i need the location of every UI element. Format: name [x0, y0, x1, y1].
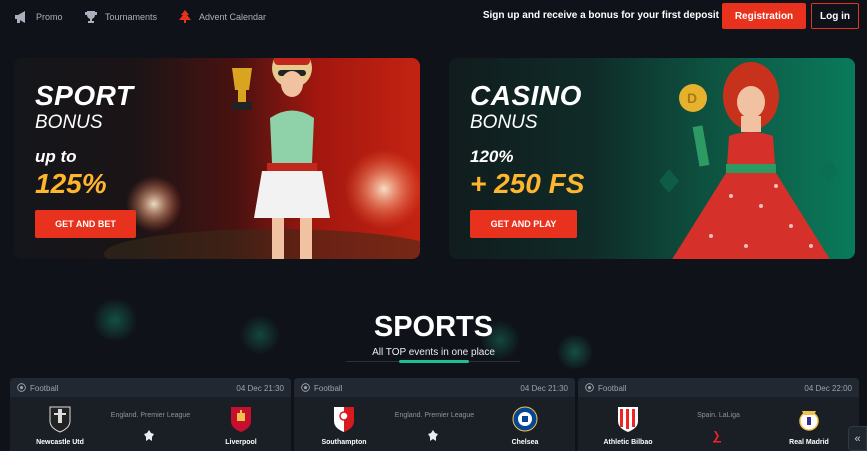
match-card[interactable]: Football 04 Dec 22:00 Athletic Bilbao Sp…: [578, 378, 859, 451]
page: Promo Tournaments Advent Calendar Sign u…: [0, 0, 867, 451]
registration-button[interactable]: Registration: [722, 3, 806, 29]
chelsea-crest-icon: [512, 406, 538, 432]
real-madrid-crest-icon: [799, 411, 819, 431]
trophy-icon: [83, 9, 99, 25]
laliga-icon: [713, 431, 721, 443]
christmas-tree-icon: [177, 9, 193, 25]
banner-subtitle: BONUS: [35, 112, 103, 133]
nav-label: Promo: [36, 12, 63, 22]
casino-bonus-banner[interactable]: D CASINO BONUS 120% + 250 FS GET AND PLA…: [449, 58, 855, 259]
football-icon: [17, 383, 26, 392]
sports-section-title: SPORTS: [373, 311, 494, 343]
away-team-name: Real Madrid: [789, 439, 829, 446]
match-card-header: Football 04 Dec 21:30: [294, 378, 575, 397]
nav-item-advent-calendar[interactable]: Advent Calendar: [177, 9, 266, 25]
home-team-name: Southampton: [321, 439, 367, 446]
double-chevron-left-icon: «: [854, 432, 861, 445]
football-icon: [585, 383, 594, 392]
home-team-name: Newcastle Utd: [36, 439, 84, 446]
get-and-play-button[interactable]: GET AND PLAY: [470, 210, 577, 238]
match-card-header: Football 04 Dec 21:30: [10, 378, 291, 397]
banner-bonus-amount: 125%: [35, 168, 107, 199]
divider-accent: [399, 360, 469, 363]
sport-bonus-banner[interactable]: SPORT BONUS up to 125% GET AND BET: [14, 58, 420, 259]
away-team: Real Madrid: [764, 405, 854, 446]
casino-woman-illustration: D: [672, 62, 830, 259]
sport-woman-illustration: [232, 58, 330, 259]
collapse-panel-button[interactable]: «: [848, 426, 867, 451]
premier-league-icon: [428, 430, 438, 441]
match-card[interactable]: Football 04 Dec 21:30 Newcastle Utd Engl…: [10, 378, 291, 451]
banner-title: SPORT: [35, 80, 134, 111]
signup-promo-text: Sign up and receive a bonus for your fir…: [482, 10, 719, 21]
banner-line1: up to: [35, 147, 77, 166]
get-and-bet-button[interactable]: GET AND BET: [35, 210, 136, 238]
nav-label: Advent Calendar: [199, 12, 267, 22]
liverpool-crest-icon: [231, 407, 251, 432]
top-bar: Promo Tournaments Advent Calendar Sign u…: [0, 0, 867, 34]
login-button[interactable]: Log in: [811, 3, 859, 29]
sports-section-subtitle: All TOP events in one place: [372, 347, 495, 358]
match-sport: Football: [598, 384, 627, 393]
svg-text:D: D: [687, 90, 697, 106]
nav-item-promo[interactable]: Promo: [14, 9, 63, 25]
nav-item-tournaments[interactable]: Tournaments: [83, 9, 157, 25]
match-card[interactable]: Football 04 Dec 21:30 Southampton Englan…: [294, 378, 575, 451]
away-team: Chelsea: [480, 405, 570, 446]
banner-line1: 120%: [470, 147, 514, 166]
athletic-bilbao-crest-icon: [618, 407, 638, 432]
away-team-name: Liverpool: [225, 439, 257, 446]
banner-subtitle: BONUS: [470, 112, 538, 133]
megaphone-icon: [14, 9, 30, 25]
away-team-name: Chelsea: [511, 439, 539, 446]
newcastle-crest-icon: [49, 406, 71, 433]
match-date: 04 Dec 22:00: [804, 384, 852, 393]
match-sport: Football: [30, 384, 59, 393]
match-card-header: Football 04 Dec 22:00: [578, 378, 859, 397]
banner-bonus-amount: + 250 FS: [470, 168, 585, 199]
southampton-crest-icon: [334, 407, 354, 432]
premier-league-icon: [144, 430, 154, 441]
away-team: Liverpool: [196, 405, 286, 446]
match-sport: Football: [314, 384, 343, 393]
match-date: 04 Dec 21:30: [236, 384, 284, 393]
banner-title: CASINO: [470, 80, 582, 111]
football-icon: [301, 383, 310, 392]
home-team-name: Athletic Bilbao: [603, 439, 653, 446]
nav-label: Tournaments: [105, 12, 158, 22]
match-date: 04 Dec 21:30: [520, 384, 568, 393]
